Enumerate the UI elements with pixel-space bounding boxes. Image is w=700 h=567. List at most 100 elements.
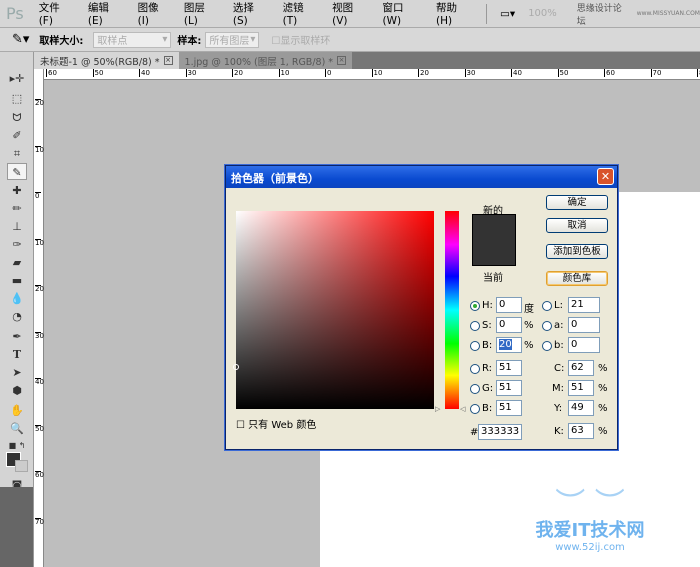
gradient-tool-icon[interactable]: ▬ [7,272,27,289]
marquee-tool-icon[interactable]: ⬚ [7,90,27,107]
move-tool-icon[interactable]: ▸✛ [7,70,27,87]
s-radio[interactable] [470,321,480,331]
menu-layer[interactable]: 图层(L) [184,0,219,27]
menu-window[interactable]: 窗口(W) [382,0,422,27]
b-radio[interactable] [470,341,480,351]
h-label: H: [482,300,493,311]
blue-input[interactable]: 51 [496,400,522,416]
blue-label: B: [482,403,492,414]
screen-mode-icon[interactable]: ▭▾ [500,8,515,20]
h-input[interactable]: 0 [496,297,522,313]
close-icon[interactable]: × [164,56,173,65]
pen-tool-icon[interactable]: ✒ [7,328,27,345]
ruler-tick-label: 50 [93,69,104,77]
eyedropper-tool-icon[interactable]: ✎ [7,163,27,180]
color-libraries-button[interactable]: 颜色库 [546,271,608,286]
background-color-swatch[interactable] [15,460,28,472]
add-to-swatches-button[interactable]: 添加到色板 [546,244,608,259]
y-input[interactable]: 49 [568,400,594,416]
toolbox-bottom [0,487,33,567]
cancel-button[interactable]: 取消 [546,218,608,233]
ruler-tick-label: 70 [651,69,662,77]
quick-select-tool-icon[interactable]: ✐ [7,127,27,144]
a-label: a: [554,320,564,331]
tab-label: 未标题-1 @ 50%(RGB/8) * [40,54,160,68]
ruler-tick-label: 30 [465,69,476,77]
hue-slider-right-arrow[interactable]: ◁ [460,405,465,413]
ok-button[interactable]: 确定 [546,195,608,210]
tab-untitled[interactable]: 未标题-1 @ 50%(RGB/8) * × [34,52,179,69]
type-tool-icon[interactable]: T [7,346,27,363]
tab-1jpg[interactable]: 1.jpg @ 100% (图层 1, RGB/8) *× [179,52,353,69]
menu-help[interactable]: 帮助(H) [436,0,473,27]
stamp-tool-icon[interactable]: ⊥ [7,218,27,235]
l-input[interactable]: 21 [568,297,600,313]
h-radio[interactable] [470,301,480,311]
menu-filter[interactable]: 滤镜(T) [283,0,319,27]
c-input[interactable]: 62 [568,360,594,376]
new-color-swatch [472,214,516,239]
close-button[interactable]: ✕ [597,168,614,185]
color-field-cursor[interactable] [233,364,239,370]
l-radio[interactable] [542,301,552,311]
ruler-tick-label: 40 [139,69,150,77]
hue-slider[interactable] [445,211,459,409]
percent-unit: % [524,320,534,331]
brightness-value: 20 [499,339,512,350]
ruler-tick-label: 0 [35,192,41,200]
ruler-tick-label: 60 [35,471,41,479]
percent-unit: % [598,426,608,437]
zoom-tool-icon[interactable]: 🔍 [7,420,27,437]
menu-file[interactable]: 文件(F) [39,0,74,27]
menu-image[interactable]: 图像(I) [138,0,170,27]
r-label: R: [482,363,492,374]
brush-tool-icon[interactable]: ✏ [7,200,27,217]
a-radio[interactable] [542,321,552,331]
c-label: C: [554,363,564,374]
menu-view[interactable]: 视图(V) [332,0,368,27]
menu-edit[interactable]: 编辑(E) [88,0,124,27]
current-label: 当前 [483,269,503,284]
lasso-tool-icon[interactable]: ᗢ [7,109,27,126]
sample-size-select[interactable]: 取样点▾ [93,32,171,48]
menu-select[interactable]: 选择(S) [233,0,269,27]
eraser-tool-icon[interactable]: ▰ [7,254,27,271]
ruler-tick-label: 50 [35,425,41,433]
s-label: S: [482,320,492,331]
document-tabs: 未标题-1 @ 50%(RGB/8) * × 1.jpg @ 100% (图层 1… [34,52,700,69]
shape-tool-icon[interactable]: ⬢ [7,382,27,399]
hex-input[interactable]: 333333 [478,424,522,440]
show-ring-checkbox[interactable]: ☐显示取样环 [271,32,330,47]
web-only-checkbox[interactable]: ☐ 只有 Web 颜色 [236,416,316,431]
hue-slider-left-arrow[interactable]: ▷ [435,405,440,413]
blue-radio[interactable] [470,404,480,414]
lab-b-radio[interactable] [542,341,552,351]
path-select-icon[interactable]: ➤ [7,364,27,381]
zoom-select[interactable]: 100% [528,8,557,19]
sample-select[interactable]: 所有图层▾ [205,32,259,48]
dodge-tool-icon[interactable]: ◔ [7,308,27,325]
ruler-tick-label: 60 [604,69,615,77]
blur-tool-icon[interactable]: 💧 [7,290,27,307]
crop-tool-icon[interactable]: ⌗ [7,145,27,162]
percent-unit: % [598,383,608,394]
current-color-swatch[interactable] [472,239,516,266]
lab-b-input[interactable]: 0 [568,337,600,353]
s-input[interactable]: 0 [496,317,522,333]
a-input[interactable]: 0 [568,317,600,333]
brightness-input[interactable]: 20 [496,337,522,353]
m-input[interactable]: 51 [568,380,594,396]
hand-tool-icon[interactable]: ✋ [7,402,27,419]
r-input[interactable]: 51 [496,360,522,376]
close-icon[interactable]: × [337,56,346,65]
history-brush-icon[interactable]: ✑ [7,236,27,253]
g-input[interactable]: 51 [496,380,522,396]
web-only-label: 只有 Web 颜色 [248,420,316,431]
healing-brush-icon[interactable]: ✚ [7,182,27,199]
r-radio[interactable] [470,364,480,374]
watermark-text: 我爱IT技术网 [480,516,700,542]
eyedropper-preset-icon[interactable]: ✎▾ [12,32,29,47]
g-radio[interactable] [470,384,480,394]
k-input[interactable]: 63 [568,423,594,439]
color-field[interactable] [236,211,434,409]
